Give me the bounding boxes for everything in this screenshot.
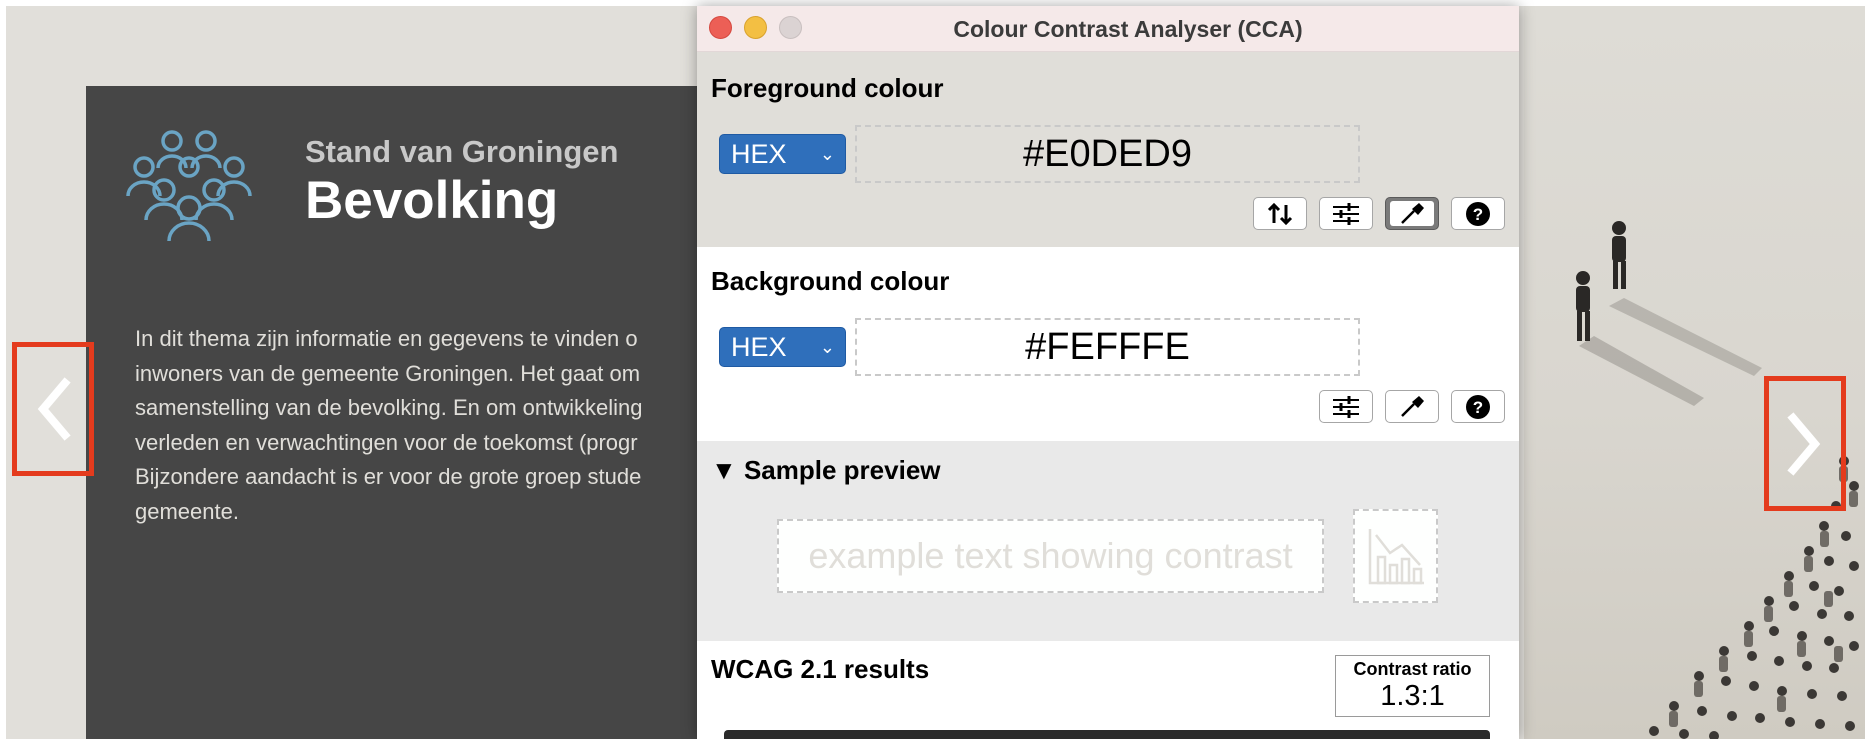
help-icon: ?	[1466, 394, 1490, 419]
foreground-eyedropper-button[interactable]	[1385, 197, 1439, 230]
theme-panel: Stand van Groningen Bevolking In dit the…	[86, 86, 786, 739]
foreground-hex-input[interactable]: #E0DED9	[855, 125, 1360, 183]
foreground-format-value: HEX	[731, 139, 787, 169]
intro-line: verleden en verwachtingen voor de toekom…	[135, 429, 638, 455]
foreground-help-button[interactable]: ?	[1451, 197, 1505, 230]
background-format-value: HEX	[731, 332, 787, 362]
sample-text-preview: example text showing contrast	[777, 519, 1324, 593]
crowd-photo-figures	[1576, 221, 1859, 739]
wcag-results-section: WCAG 2.1 results Contrast ratio 1.3:1	[697, 641, 1519, 739]
background-format-select[interactable]: HEX ⌄	[719, 327, 846, 367]
sliders-icon	[1333, 202, 1359, 225]
background-help-button[interactable]: ?	[1451, 390, 1505, 423]
chevron-down-icon: ⌄	[819, 337, 835, 357]
chevron-left-icon	[37, 377, 71, 441]
people-group-icon	[124, 124, 254, 242]
svg-text:?: ?	[1473, 205, 1483, 224]
background-title: Background colour	[711, 266, 950, 296]
theme-kicker: Stand van Groningen	[305, 134, 619, 169]
foreground-title: Foreground colour	[711, 73, 944, 103]
intro-line: gemeente.	[135, 498, 239, 524]
chevron-right-icon	[1787, 411, 1821, 476]
help-icon: ?	[1466, 201, 1490, 226]
intro-line: Bijzondere aandacht is er voor de grote …	[135, 464, 642, 489]
contrast-ratio-box: Contrast ratio 1.3:1	[1335, 655, 1490, 717]
sample-preview-toggle[interactable]: ▼ Sample preview	[711, 455, 941, 486]
cca-window: Colour Contrast Analyser (CCA) Foregroun…	[697, 6, 1519, 739]
background-sliders-button[interactable]	[1319, 390, 1373, 423]
wcag-results-title: WCAG 2.1 results	[711, 654, 930, 684]
carousel-prev-button[interactable]	[12, 342, 94, 476]
sample-preview-section: ▼ Sample preview example text showing co…	[697, 441, 1519, 641]
bar-chart-icon	[1368, 529, 1424, 585]
intro-line: In dit thema zijn informatie en gegevens…	[135, 326, 638, 351]
sample-icon-preview	[1353, 509, 1438, 603]
contrast-ratio-label: Contrast ratio	[1353, 659, 1472, 679]
foreground-format-select[interactable]: HEX ⌄	[719, 134, 846, 174]
eyedropper-icon	[1401, 395, 1424, 417]
carousel-next-button[interactable]	[1764, 376, 1846, 511]
swap-icon	[1267, 202, 1293, 225]
disclosure-triangle-icon: ▼	[711, 455, 744, 485]
swap-colours-button[interactable]	[1253, 197, 1307, 230]
background-section: Background colour HEX ⌄ #FEFFFE ?	[697, 247, 1519, 441]
title-bar: Colour Contrast Analyser (CCA)	[697, 6, 1519, 52]
intro-line: inwoners van de gemeente Groningen. Het …	[135, 360, 641, 386]
sample-preview-title: Sample preview	[743, 455, 941, 485]
svg-text:?: ?	[1473, 398, 1483, 417]
contrast-ratio-value: 1.3:1	[1380, 680, 1445, 712]
foreground-sliders-button[interactable]	[1319, 197, 1373, 230]
background-hex-input[interactable]: #FEFFFE	[855, 318, 1360, 376]
page-title: Bevolking	[305, 171, 559, 230]
background-eyedropper-button[interactable]	[1385, 390, 1439, 423]
sliders-icon	[1333, 395, 1359, 418]
intro-paragraph: In dit thema zijn informatie en gegevens…	[135, 322, 775, 529]
chevron-down-icon: ⌄	[819, 144, 835, 164]
window-title: Colour Contrast Analyser (CCA)	[953, 16, 1303, 42]
hero-photo	[1524, 6, 1865, 739]
results-table-header	[724, 730, 1490, 739]
foreground-section: Foreground colour HEX ⌄ #E0DED9 ?	[697, 52, 1519, 247]
intro-line: samenstelling van de bevolking. En om on…	[135, 395, 643, 420]
eyedropper-icon	[1401, 202, 1424, 224]
